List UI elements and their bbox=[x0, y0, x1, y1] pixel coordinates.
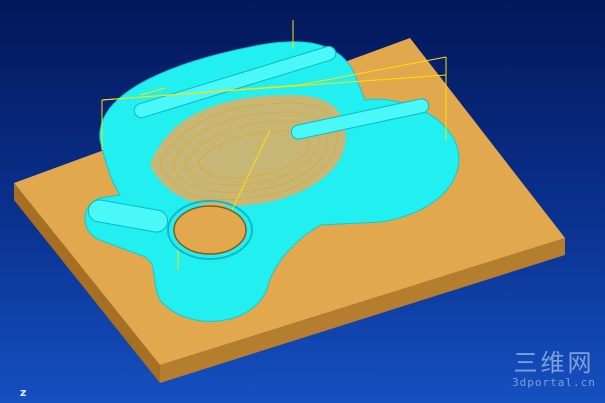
axis-triad-icon: z bbox=[20, 386, 27, 399]
watermark-logo-icon: 三维网 3dportal.cn bbox=[506, 350, 602, 389]
watermark-subtitle: 3dportal.cn bbox=[512, 376, 596, 389]
cam-viewport[interactable]: z 三维网 3dportal.cn bbox=[0, 0, 605, 403]
toolpath-scene[interactable] bbox=[0, 0, 605, 403]
watermark-title: 三维网 bbox=[513, 349, 595, 377]
